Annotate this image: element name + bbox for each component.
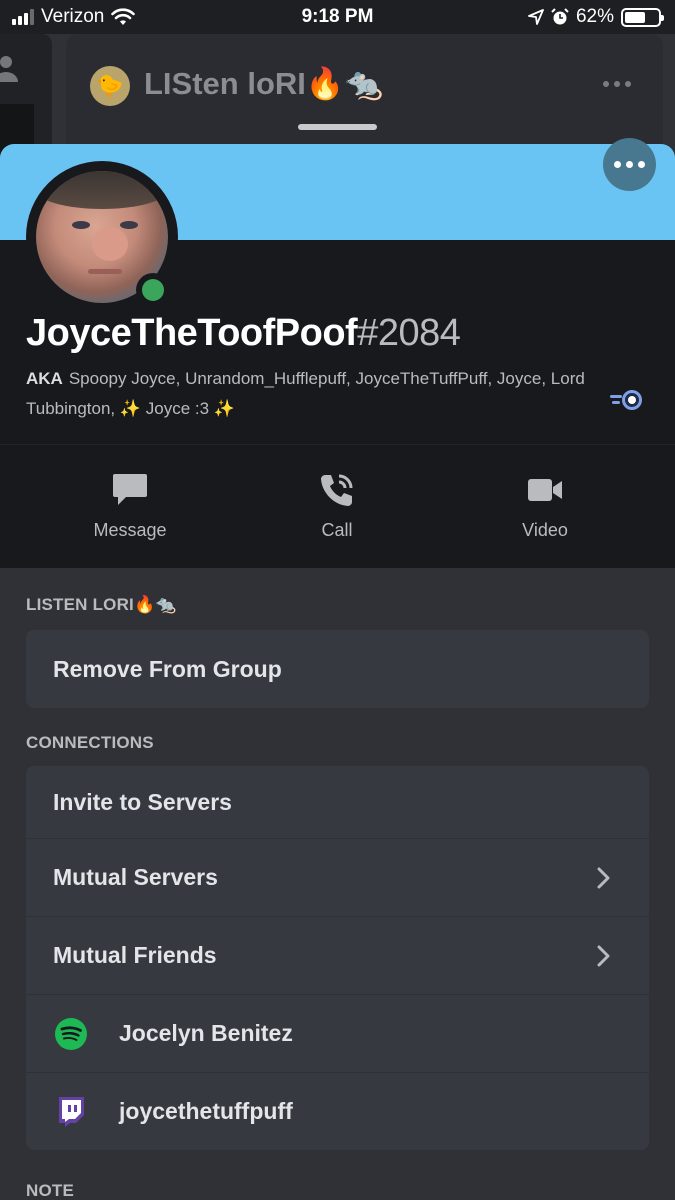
connections-section-label: CONNECTIONS xyxy=(26,733,154,752)
message-icon xyxy=(113,474,147,505)
remove-from-group-label: Remove From Group xyxy=(53,655,282,682)
mutual-friends-button[interactable]: Mutual Friends xyxy=(26,916,649,994)
twitch-account-name: joycethetuffpuff xyxy=(119,1098,293,1124)
spotify-connection[interactable]: Jocelyn Benitez xyxy=(26,994,649,1072)
connections-card: Invite to Servers Mutual Servers Mutual … xyxy=(26,766,649,1150)
background-sidebar xyxy=(0,34,52,154)
channel-more-icon xyxy=(603,81,631,87)
battery-percent: 62% xyxy=(575,6,614,27)
aka-list: Spoopy Joyce, Unrandom_Hufflepuff, Joyce… xyxy=(26,369,585,418)
spotify-icon xyxy=(55,1017,87,1050)
call-label: Call xyxy=(321,520,353,540)
online-status-indicator xyxy=(136,273,170,307)
mutual-friends-label: Mutual Friends xyxy=(53,942,217,968)
sheet-drag-handle[interactable] xyxy=(298,124,377,130)
discriminator: #2084 xyxy=(357,312,461,354)
phone-icon xyxy=(321,474,353,506)
message-label: Message xyxy=(93,520,167,540)
mutual-servers-label: Mutual Servers xyxy=(53,864,218,890)
group-section-label: LISTEN LORI🔥🐀 xyxy=(26,595,177,614)
members-icon xyxy=(0,56,18,82)
more-options-button[interactable] xyxy=(603,138,656,191)
message-button[interactable]: Message xyxy=(60,470,200,541)
mutual-servers-button[interactable]: Mutual Servers xyxy=(26,838,649,916)
aka-label: AKA xyxy=(26,369,63,388)
chevron-right-icon xyxy=(597,867,610,889)
video-label: Video xyxy=(522,520,568,540)
spotify-account-name: Jocelyn Benitez xyxy=(119,1020,293,1046)
battery-icon xyxy=(621,7,664,27)
invite-to-servers-label: Invite to Servers xyxy=(53,788,232,815)
twitch-icon xyxy=(59,1096,84,1127)
channel-title: LISten loRI🔥🐀 xyxy=(144,66,384,101)
profile-username: JoyceTheToofPoof#2084 xyxy=(26,312,461,355)
alarm-clock-icon xyxy=(551,8,569,25)
note-section-label: NOTE xyxy=(26,1181,75,1200)
chevron-right-icon xyxy=(597,945,610,967)
username-text: JoyceTheToofPoof xyxy=(26,312,358,354)
status-bar: Verizon 9:18 PM 62% xyxy=(0,0,675,34)
call-button[interactable]: Call xyxy=(267,470,407,541)
group-avatar: 🐤 xyxy=(90,66,130,106)
aka-names: AKA Spoopy Joyce, Unrandom_Hufflepuff, Jo… xyxy=(26,364,586,424)
location-arrow-icon xyxy=(528,9,544,25)
remove-from-group-button[interactable]: Remove From Group xyxy=(26,630,649,708)
video-camera-icon xyxy=(528,479,562,501)
video-button[interactable]: Video xyxy=(475,470,615,541)
invite-to-servers-button[interactable]: Invite to Servers xyxy=(26,766,649,838)
nitro-badge-icon[interactable] xyxy=(610,388,642,412)
twitch-connection[interactable]: joycethetuffpuff xyxy=(26,1072,649,1150)
group-card: Remove From Group xyxy=(26,630,649,708)
